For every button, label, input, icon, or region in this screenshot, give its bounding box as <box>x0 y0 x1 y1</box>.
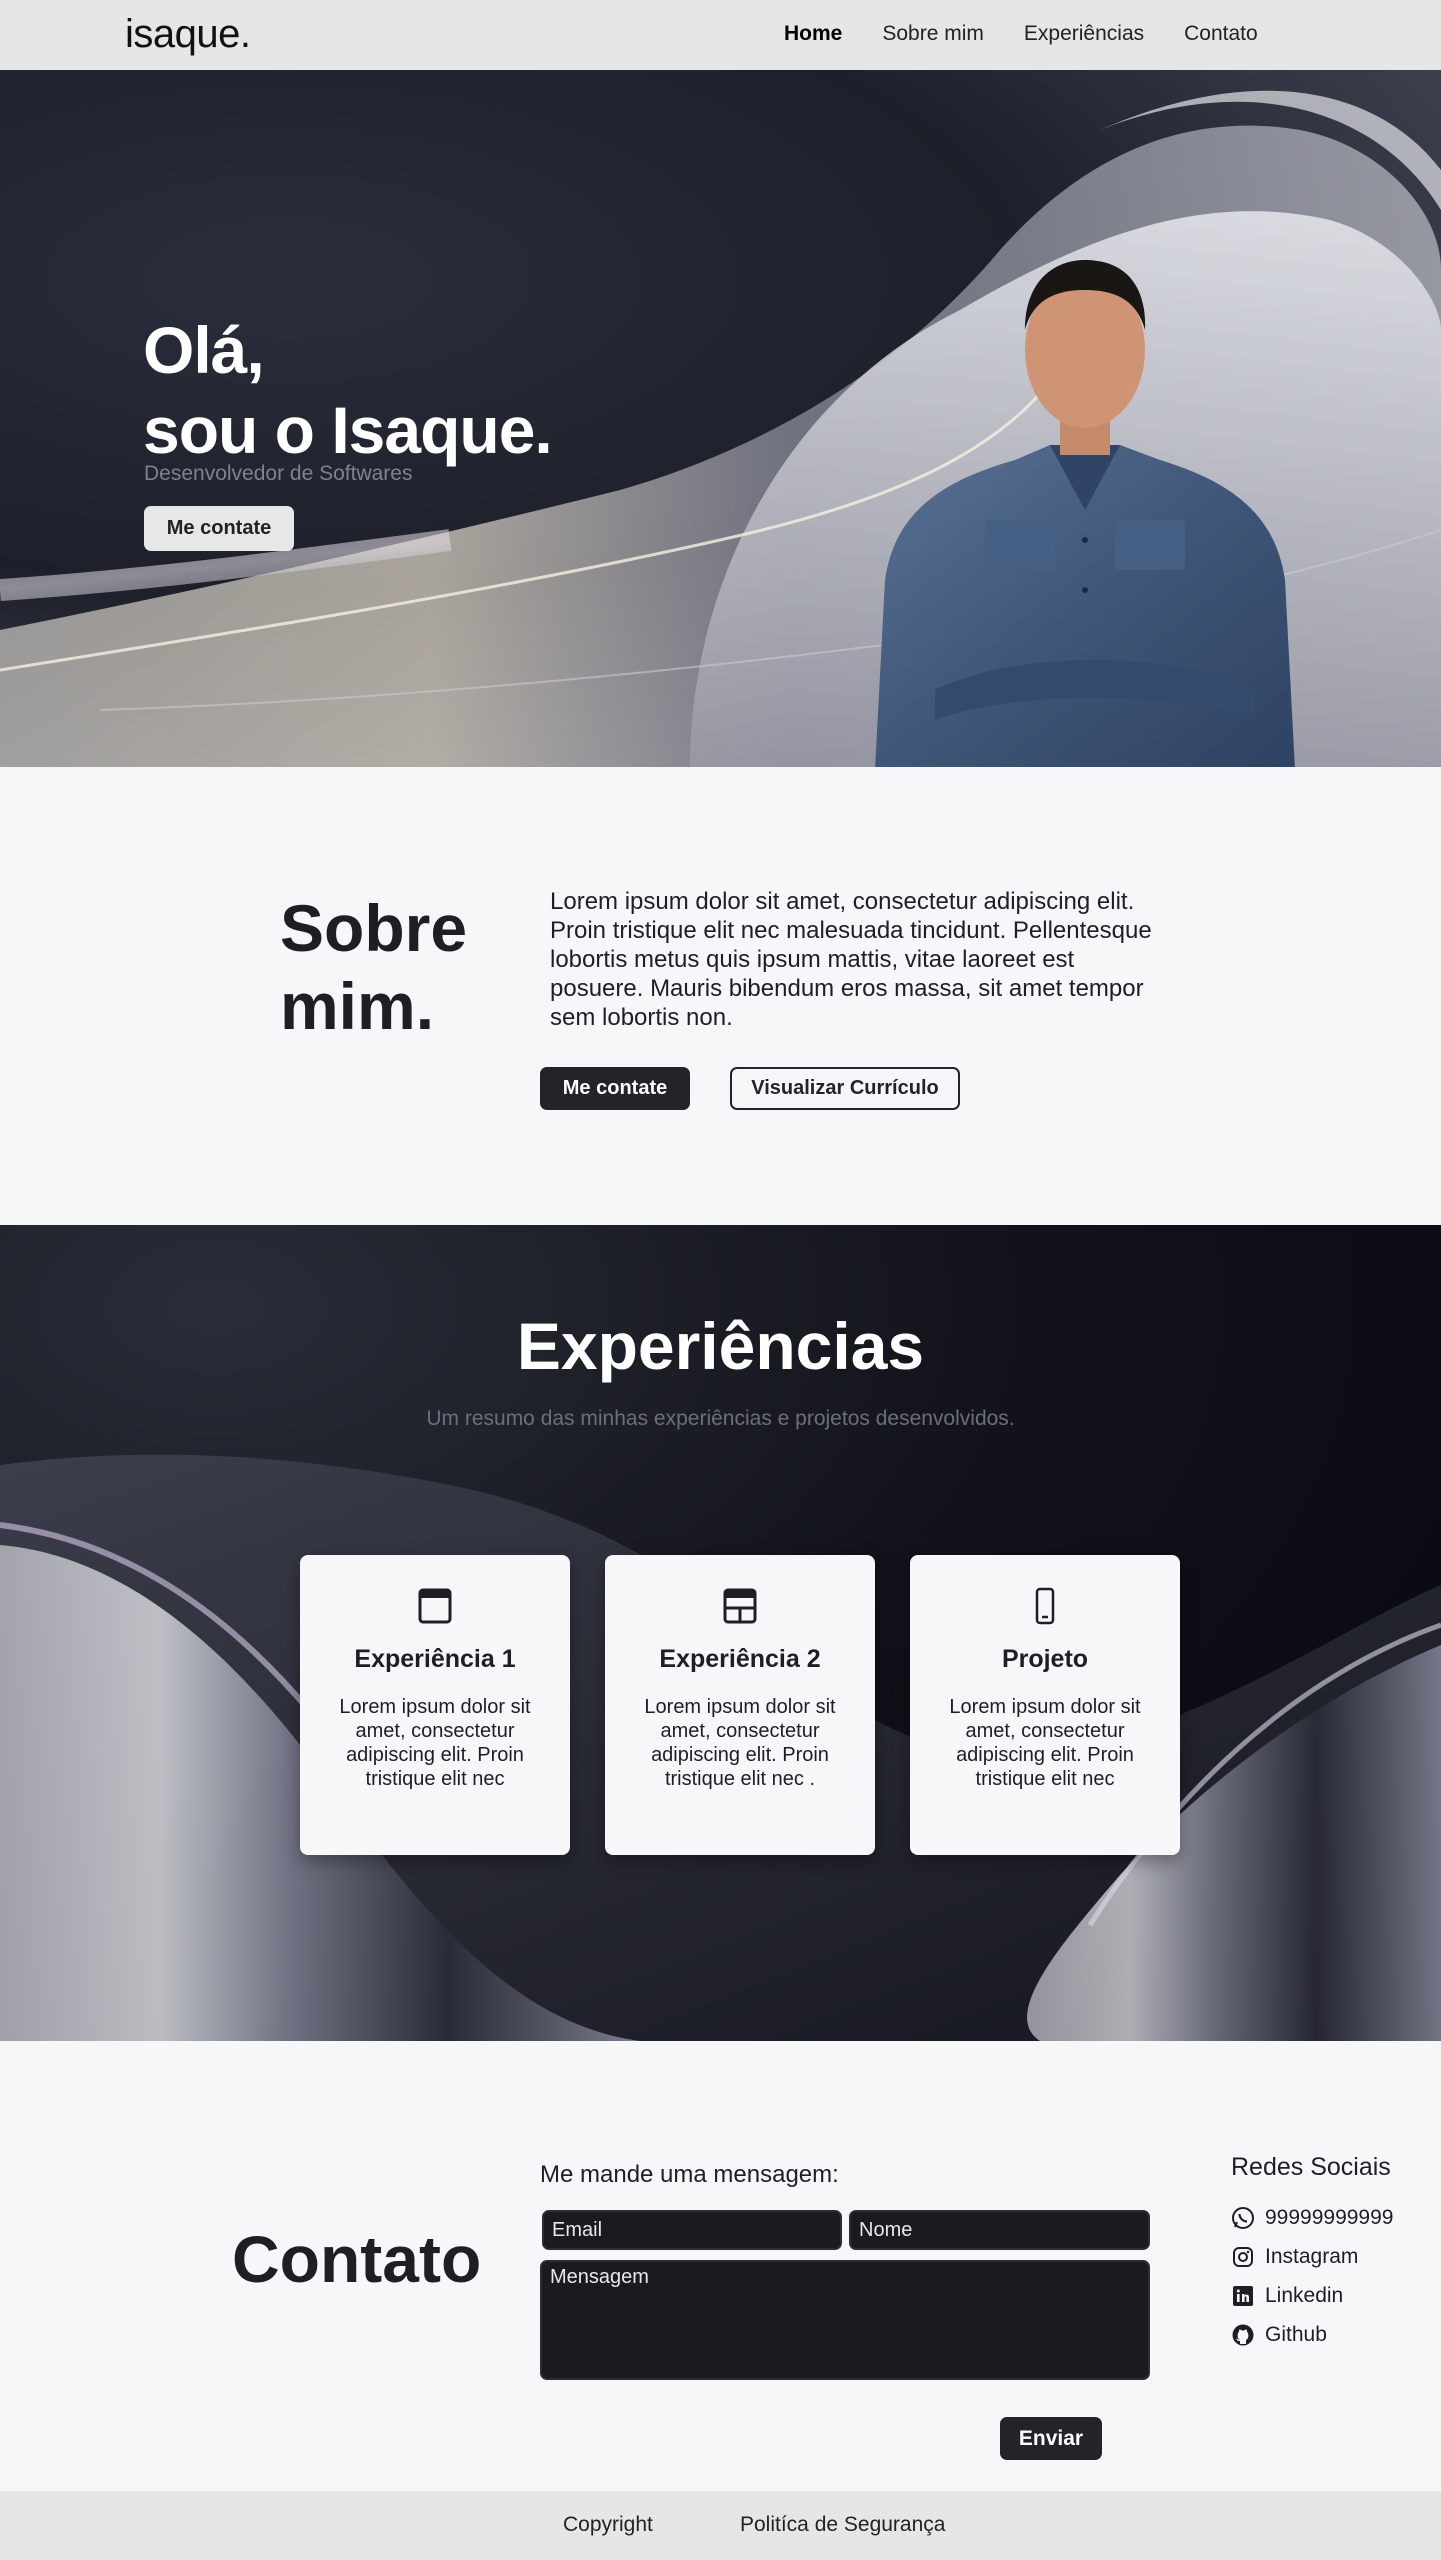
hero-name: sou o Isaque. <box>143 393 553 467</box>
experiences-heading: Experiências <box>516 1309 925 1383</box>
hero-heading: Olá, sou o Isaque. <box>143 310 553 470</box>
contact-section: Contato Me mande uma mensagem: Enviar Re… <box>0 2041 1441 2491</box>
view-resume-button[interactable]: Visualizar Currículo <box>730 1067 960 1110</box>
experience-card-title: Experiência 1 <box>354 1645 516 1673</box>
instagram-icon <box>1233 2246 1253 2267</box>
social-label: Instagram <box>1265 2244 1359 2268</box>
hero-section: Olá, sou o Isaque. Desenvolvedor de Soft… <box>0 70 1441 767</box>
social-label: Linkedin <box>1265 2283 1344 2307</box>
social-links: 99999999999 Instagram Linkedin Github <box>1231 2198 1393 2354</box>
about-heading-line1: Sobre <box>280 891 468 965</box>
send-button[interactable]: Enviar <box>1000 2417 1102 2460</box>
social-github[interactable]: Github <box>1231 2315 1393 2354</box>
nav-link-experiencias[interactable]: Experiências <box>1024 22 1144 46</box>
hero-greeting: Olá, <box>143 313 265 387</box>
whatsapp-icon <box>1232 2206 1254 2229</box>
social-label: 99999999999 <box>1265 2205 1394 2229</box>
experience-card-text: Lorem ipsum dolor sit amet, consectetur … <box>644 1696 836 1790</box>
about-contact-button[interactable]: Me contate <box>540 1067 690 1110</box>
experience-card-1[interactable]: Experiência 1 Lorem ipsum dolor sit amet… <box>300 1555 570 1855</box>
email-field[interactable] <box>542 2210 842 2250</box>
social-heading: Redes Sociais <box>1231 2153 1391 2181</box>
about-heading: Sobre mim. <box>280 889 467 1045</box>
footer: Copyright Politíca de Segurança <box>0 2491 1441 2560</box>
experience-card-2[interactable]: Experiência 2 Lorem ipsum dolor sit amet… <box>605 1555 875 1855</box>
name-field[interactable] <box>849 2210 1150 2250</box>
site-logo[interactable]: isaque. <box>125 12 251 57</box>
github-icon <box>1232 2324 1254 2345</box>
top-navbar: isaque. Home Sobre mim Experiências Cont… <box>0 0 1441 70</box>
nav-link-sobre-mim[interactable]: Sobre mim <box>882 22 984 46</box>
project-card[interactable]: Projeto Lorem ipsum dolor sit amet, cons… <box>910 1555 1180 1855</box>
linkedin-icon <box>1233 2285 1253 2306</box>
contact-form-label: Me mande uma mensagem: <box>540 2161 839 2188</box>
project-card-text: Lorem ipsum dolor sit amet, consectetur … <box>949 1696 1141 1790</box>
social-whatsapp[interactable]: 99999999999 <box>1231 2198 1393 2237</box>
message-field[interactable] <box>540 2260 1150 2380</box>
about-section: Sobre mim. Lorem ipsum dolor sit amet, c… <box>0 767 1441 1225</box>
web-layout-icon <box>723 1588 757 1624</box>
nav-link-home[interactable]: Home <box>784 22 842 46</box>
social-instagram[interactable]: Instagram <box>1231 2237 1393 2276</box>
nav-link-contato[interactable]: Contato <box>1184 22 1258 46</box>
about-heading-line2: mim. <box>280 969 435 1043</box>
social-linkedin[interactable]: Linkedin <box>1231 2276 1393 2315</box>
experience-card-title: Experiência 2 <box>659 1645 821 1673</box>
experiences-section: Experiências Um resumo das minhas experi… <box>0 1225 1441 2041</box>
footer-copyright-link[interactable]: Copyright <box>563 2513 653 2537</box>
social-label: Github <box>1265 2322 1327 2346</box>
project-card-title: Projeto <box>1001 1645 1089 1673</box>
nav-links: Home Sobre mim Experiências Contato <box>784 22 1258 46</box>
smartphone-icon <box>1035 1587 1055 1625</box>
experience-card-text: Lorem ipsum dolor sit amet, consectetur … <box>339 1696 531 1790</box>
contact-heading: Contato <box>232 2222 482 2296</box>
hero-contact-button[interactable]: Me contate <box>144 506 294 551</box>
experiences-subtitle: Um resumo das minhas experiências e proj… <box>426 1407 1015 1430</box>
profile-photo <box>875 260 1295 767</box>
browser-window-icon <box>418 1588 452 1624</box>
hero-subtitle: Desenvolvedor de Softwares <box>144 462 413 485</box>
about-text: Lorem ipsum dolor sit amet, consectetur … <box>550 888 1152 1031</box>
footer-privacy-policy-link[interactable]: Politíca de Segurança <box>740 2513 945 2537</box>
